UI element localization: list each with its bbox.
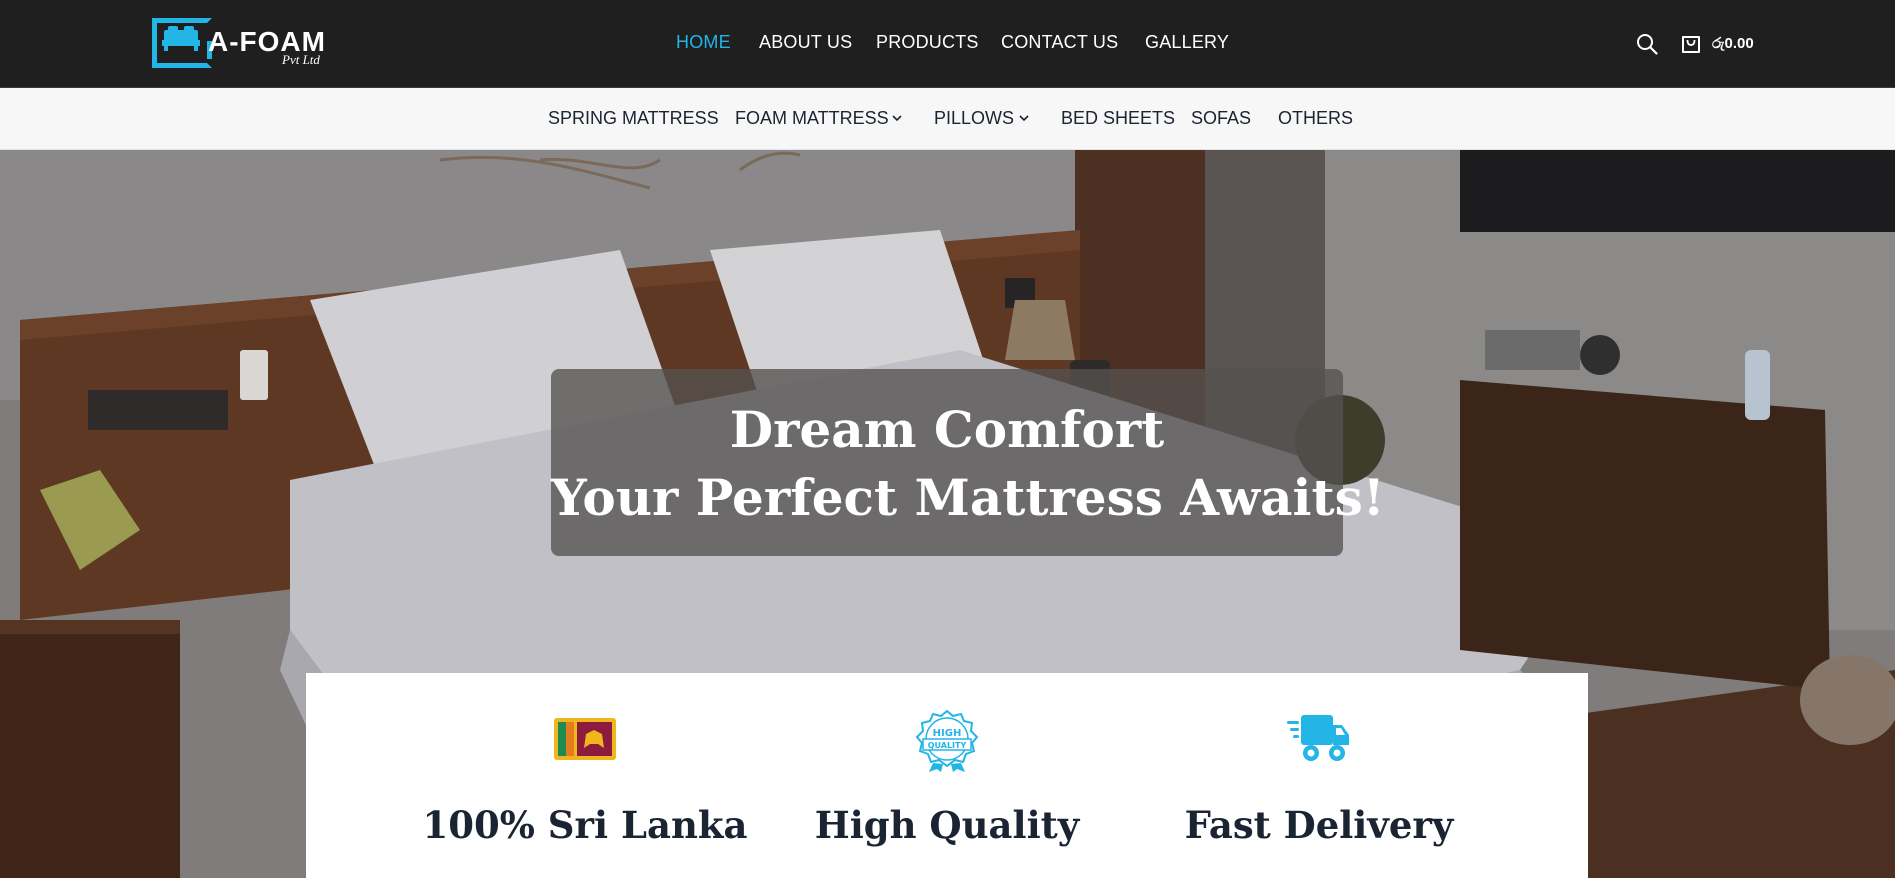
nav-contact-us[interactable]: CONTACT US [1001,32,1118,53]
category-sofas[interactable]: SOFAS [1191,108,1251,129]
category-others[interactable]: OTHERS [1278,108,1353,129]
feature-sri-lanka: 100% Sri Lanka [395,673,775,878]
category-navigation: SPRING MATTRESS FOAM MATTRESS PILLOWS BE… [0,88,1895,150]
chevron-down-icon[interactable] [1019,114,1029,122]
category-spring-mattress[interactable]: SPRING MATTRESS [548,108,719,129]
category-foam-mattress[interactable]: FOAM MATTRESS [735,108,889,129]
shopping-bag-icon[interactable] [1681,32,1701,54]
nav-about-us[interactable]: ABOUT US [759,32,852,53]
nav-products[interactable]: PRODUCTS [876,32,979,53]
nav-home[interactable]: HOME [676,32,731,53]
hero-headline-line-2: Your Perfect Mattress Awaits! [551,468,1385,527]
feature-title: 100% Sri Lanka [422,803,748,847]
feature-title: High Quality [814,803,1080,847]
category-bed-sheets[interactable]: BED SHEETS [1061,108,1175,129]
hero-headline-box: Dream Comfort Your Perfect Mattress Awai… [551,369,1385,556]
nav-gallery[interactable]: GALLERY [1145,32,1229,53]
features-card: 100% Sri Lanka HIGH QUALITY High Quality [306,673,1588,878]
high-quality-badge-icon: HIGH QUALITY [915,709,979,772]
delivery-truck-icon [1287,715,1349,761]
feature-high-quality: HIGH QUALITY High Quality [757,673,1137,878]
feature-fast-delivery: Fast Delivery [1129,673,1509,878]
brand-subtitle: Pvt Ltd [282,52,320,67]
hero-headline-line-1: Dream Comfort [729,400,1165,459]
cart-total[interactable]: රු0.00 [1712,35,1754,52]
bed-icon [162,26,200,51]
site-header: A-FOAM Pvt Ltd HOME ABOUT US PRODUCTS CO… [0,0,1895,88]
search-icon[interactable] [1636,33,1658,55]
feature-title: Fast Delivery [1184,803,1454,847]
chevron-down-icon[interactable] [892,114,902,122]
badge-text-top: HIGH [933,728,962,739]
site-logo[interactable]: A-FOAM Pvt Ltd [152,18,337,72]
category-pillows[interactable]: PILLOWS [934,108,1014,129]
sri-lanka-flag-icon [554,718,616,760]
badge-text-bottom: QUALITY [928,741,967,750]
